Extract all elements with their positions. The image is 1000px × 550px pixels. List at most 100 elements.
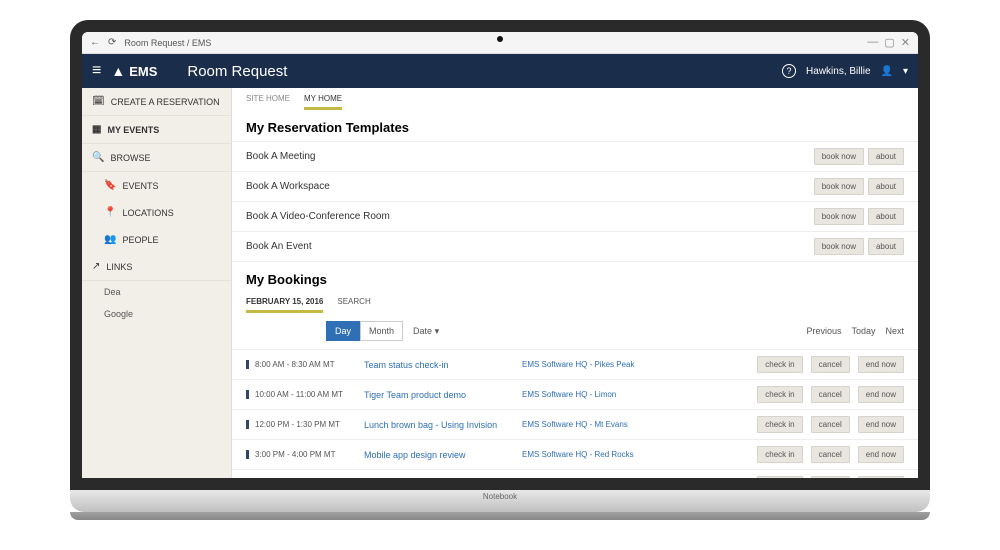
check-in-button[interactable]: check in bbox=[757, 416, 802, 433]
help-icon[interactable]: ? bbox=[782, 64, 796, 78]
booking-event-link[interactable]: Tiger Team product demo bbox=[364, 390, 514, 400]
search-icon: 🔍 bbox=[92, 152, 104, 163]
user-dropdown-icon[interactable]: ▾ bbox=[903, 66, 908, 77]
booking-row: 12:00 PM - 1:30 PM MT Lunch brown bag - U… bbox=[232, 409, 918, 439]
sidebar-item-label: BROWSE bbox=[110, 153, 150, 163]
date-dropdown[interactable]: Date ▾ bbox=[413, 326, 439, 337]
tab-site-home[interactable]: SITE HOME bbox=[246, 94, 290, 110]
sidebar-links-header: ↗ LINKS bbox=[82, 253, 231, 281]
about-button[interactable]: about bbox=[868, 178, 904, 195]
book-now-button[interactable]: book now bbox=[814, 148, 864, 165]
booking-row: 10:00 AM - 11:00 AM MT Tiger Team product… bbox=[232, 379, 918, 409]
booking-time: 12:00 PM - 1:30 PM MT bbox=[246, 420, 356, 429]
sidebar-item-label: LOCATIONS bbox=[122, 208, 173, 218]
sidebar-create-reservation[interactable]: 🗓 CREATE A RESERVATION bbox=[82, 88, 231, 116]
sidebar-item-label: PEOPLE bbox=[122, 235, 158, 245]
booking-event-link[interactable]: Web app CSS updates bbox=[364, 480, 514, 490]
book-now-button[interactable]: book now bbox=[814, 178, 864, 195]
hamburger-icon[interactable]: ≡ bbox=[92, 62, 101, 80]
end-now-button[interactable]: end now bbox=[858, 356, 904, 373]
about-button[interactable]: about bbox=[868, 238, 904, 255]
chevron-down-icon: ▾ bbox=[435, 326, 440, 336]
people-icon: 👥 bbox=[104, 234, 116, 245]
end-now-button[interactable]: end now bbox=[858, 416, 904, 433]
template-name: Book A Meeting bbox=[246, 151, 810, 162]
sidebar-link-google[interactable]: Google bbox=[82, 303, 231, 325]
sidebar-my-events[interactable]: ▦ MY EVENTS bbox=[82, 116, 231, 144]
booking-time: 3:00 PM - 4:00 PM MT bbox=[246, 450, 356, 459]
template-row: Book An Event book nowabout bbox=[232, 231, 918, 262]
bookings-tab-search[interactable]: SEARCH bbox=[337, 297, 370, 313]
booking-location-link[interactable]: EMS Software HQ - Pikes Peak bbox=[522, 360, 682, 369]
sidebar-link-dea[interactable]: Dea bbox=[82, 281, 231, 303]
sidebar-events[interactable]: 🔖 EVENTS bbox=[82, 172, 231, 199]
bookings-heading: My Bookings bbox=[232, 262, 918, 293]
booking-row: 8:00 AM - 8:30 AM MT Team status check-in… bbox=[232, 349, 918, 379]
brand-text: EMS bbox=[129, 64, 157, 79]
check-in-button[interactable]: check in bbox=[757, 356, 802, 373]
book-now-button[interactable]: book now bbox=[814, 238, 864, 255]
about-button[interactable]: about bbox=[868, 208, 904, 225]
pin-icon: 📍 bbox=[104, 207, 116, 218]
bookmark-icon: 🔖 bbox=[104, 180, 116, 191]
template-row: Book A Video-Conference Room book nowabou… bbox=[232, 201, 918, 231]
booking-location-link[interactable]: EMS Software HQ - Red Rocks bbox=[522, 450, 682, 459]
booking-row: 3:00 PM - 4:00 PM MT Mobile app design re… bbox=[232, 439, 918, 469]
template-name: Book A Workspace bbox=[246, 181, 810, 192]
booking-location-link[interactable]: EMS Software HQ - Limon bbox=[522, 390, 682, 399]
main-content: SITE HOME MY HOME My Reservation Templat… bbox=[232, 88, 918, 490]
view-day-button[interactable]: Day bbox=[326, 321, 360, 341]
booking-time: 4:00 PM - 4:30 PM MT bbox=[246, 480, 356, 489]
check-in-button[interactable]: check in bbox=[757, 476, 802, 490]
cancel-button[interactable]: cancel bbox=[811, 386, 850, 403]
sidebar-browse[interactable]: 🔍 BROWSE bbox=[82, 144, 231, 172]
user-icon[interactable]: 👤 bbox=[881, 66, 893, 77]
back-icon[interactable]: ← bbox=[90, 37, 100, 48]
nav-today[interactable]: Today bbox=[851, 326, 875, 336]
view-month-button[interactable]: Month bbox=[360, 321, 403, 341]
window-maximize-icon[interactable]: ▢ bbox=[884, 36, 894, 49]
calendar-icon: ▦ bbox=[92, 124, 101, 135]
cancel-button[interactable]: cancel bbox=[811, 476, 850, 490]
booking-time: 8:00 AM - 8:30 AM MT bbox=[246, 360, 356, 369]
booking-event-link[interactable]: Lunch brown bag - Using Invision bbox=[364, 420, 514, 430]
sidebar-item-label: CREATE A RESERVATION bbox=[111, 97, 220, 107]
booking-row: 4:00 PM - 4:30 PM MT Web app CSS updates E… bbox=[232, 469, 918, 490]
window-close-icon[interactable]: ✕ bbox=[901, 36, 910, 49]
browser-tab-title: Room Request / EMS bbox=[124, 38, 211, 48]
template-name: Book An Event bbox=[246, 241, 810, 252]
booking-event-link[interactable]: Team status check-in bbox=[364, 360, 514, 370]
sidebar-people[interactable]: 👥 PEOPLE bbox=[82, 226, 231, 253]
page-title: Room Request bbox=[187, 63, 287, 80]
tab-my-home[interactable]: MY HOME bbox=[304, 94, 342, 110]
sidebar-item-label: EVENTS bbox=[122, 181, 158, 191]
window-minimize-icon[interactable]: — bbox=[867, 36, 878, 49]
booking-location-link[interactable]: EMS Software HQ - Workspace 9 bbox=[522, 480, 682, 489]
end-now-button[interactable]: end now bbox=[858, 476, 904, 490]
booking-event-link[interactable]: Mobile app design review bbox=[364, 450, 514, 460]
sidebar: 🗓 CREATE A RESERVATION ▦ MY EVENTS 🔍 BRO… bbox=[82, 88, 232, 490]
check-in-button[interactable]: check in bbox=[757, 386, 802, 403]
end-now-button[interactable]: end now bbox=[858, 386, 904, 403]
cancel-button[interactable]: cancel bbox=[811, 416, 850, 433]
book-now-button[interactable]: book now bbox=[814, 208, 864, 225]
cancel-button[interactable]: cancel bbox=[811, 356, 850, 373]
cancel-button[interactable]: cancel bbox=[811, 446, 850, 463]
check-in-button[interactable]: check in bbox=[757, 446, 802, 463]
reload-icon[interactable]: ⟳ bbox=[108, 37, 116, 48]
nav-previous[interactable]: Previous bbox=[806, 326, 841, 336]
end-now-button[interactable]: end now bbox=[858, 446, 904, 463]
sidebar-locations[interactable]: 📍 LOCATIONS bbox=[82, 199, 231, 226]
nav-next[interactable]: Next bbox=[885, 326, 904, 336]
booking-location-link[interactable]: EMS Software HQ - Mt Evans bbox=[522, 420, 682, 429]
template-name: Book A Video-Conference Room bbox=[246, 211, 810, 222]
external-link-icon: ↗ bbox=[92, 261, 100, 272]
bookings-tab-date[interactable]: FEBRUARY 15, 2016 bbox=[246, 297, 323, 313]
username[interactable]: Hawkins, Billie bbox=[806, 66, 870, 77]
logo-icon: ▲ bbox=[111, 63, 125, 79]
brand-logo[interactable]: ▲ EMS bbox=[111, 63, 157, 79]
app-topbar: ≡ ▲ EMS Room Request ? Hawkins, Billie 👤… bbox=[82, 54, 918, 88]
about-button[interactable]: about bbox=[868, 148, 904, 165]
sidebar-item-label: MY EVENTS bbox=[107, 125, 159, 135]
booking-time: 10:00 AM - 11:00 AM MT bbox=[246, 390, 356, 399]
